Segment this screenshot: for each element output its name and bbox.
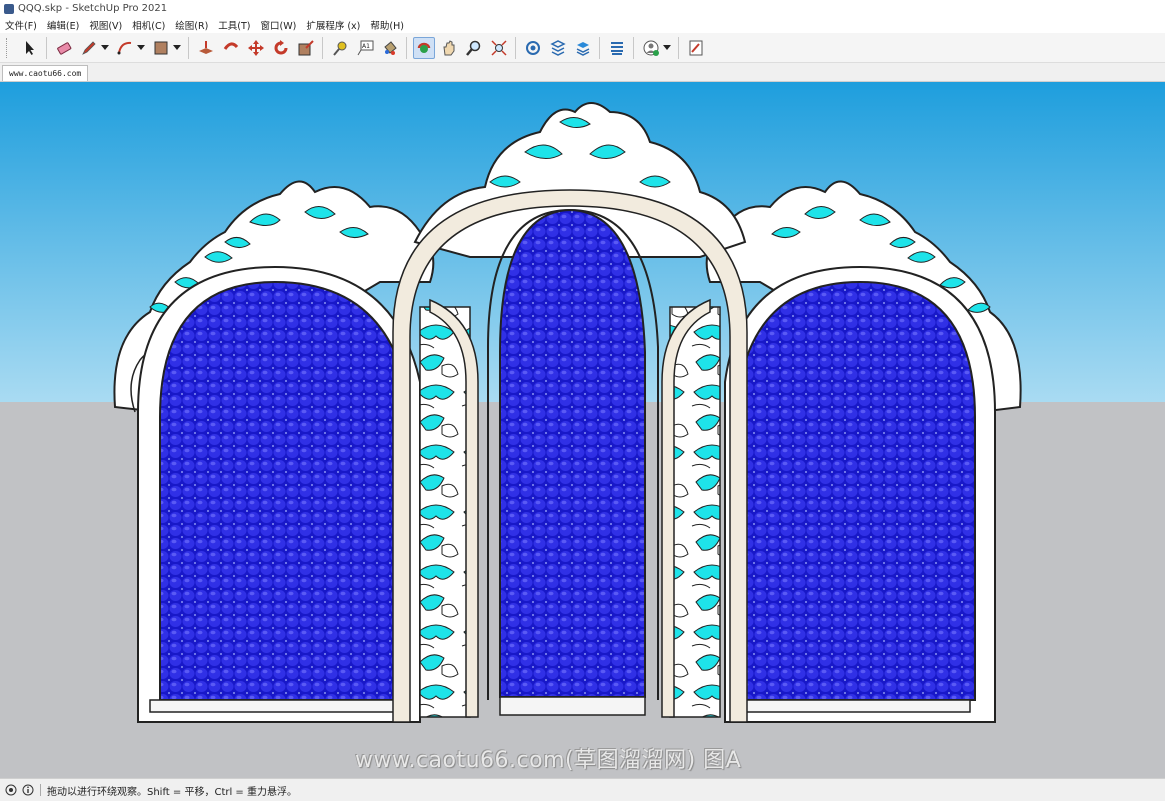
rotate-tool-button[interactable] xyxy=(270,37,292,59)
extension-manager-button[interactable] xyxy=(606,37,628,59)
status-message: 拖动以进行环绕观察。Shift = 平移，Ctrl = 重力悬浮。 xyxy=(47,786,297,798)
arrow-cursor-icon xyxy=(25,40,34,55)
info-icon[interactable] xyxy=(21,784,34,797)
magnifier-icon xyxy=(465,40,480,56)
rotate-icon xyxy=(274,39,287,54)
paint-bucket-tool-button[interactable] xyxy=(379,37,401,59)
right-arch-tufted-panel xyxy=(739,280,976,701)
arc-icon xyxy=(117,41,131,54)
center-arch-base xyxy=(499,696,646,716)
push-pull-tool-button[interactable] xyxy=(195,37,217,59)
zoom-tool-button[interactable] xyxy=(463,37,485,59)
eraser-icon xyxy=(56,41,71,55)
user-account-icon xyxy=(643,40,659,56)
toolbar-separator xyxy=(406,36,407,59)
geo-location-icon[interactable] xyxy=(4,784,17,797)
status-separator xyxy=(40,784,41,796)
scenes-tab-bar: www.caotu66.com xyxy=(0,63,1165,82)
layers-icon xyxy=(576,41,589,56)
window-title: QQQ.skp - SketchUp Pro 2021 xyxy=(18,3,168,14)
line-tool-button[interactable] xyxy=(78,37,100,59)
extension-manager-icon xyxy=(610,41,623,55)
center-left-carved-strip xyxy=(419,306,471,718)
arch-backdrop-model xyxy=(113,102,1022,723)
rectangle-icon xyxy=(154,41,167,54)
center-arch-tufted-panel xyxy=(499,208,646,698)
main-toolbar: A1 xyxy=(0,33,1165,63)
toolbar-separator xyxy=(188,36,189,59)
toolbar-separator xyxy=(633,36,634,59)
follow-me-tool-button[interactable] xyxy=(220,37,242,59)
eraser-tool-button[interactable] xyxy=(53,37,75,59)
move-tool-button[interactable] xyxy=(245,37,267,59)
center-right-carved-strip xyxy=(669,306,721,718)
account-button[interactable] xyxy=(640,37,662,59)
pan-tool-button[interactable] xyxy=(438,37,460,59)
menu-window[interactable]: 窗口(W) xyxy=(256,18,302,32)
3d-warehouse-icon xyxy=(525,40,540,55)
toolbar-separator xyxy=(678,36,679,59)
send-to-layout-button[interactable] xyxy=(685,37,707,59)
move-icon xyxy=(247,39,264,56)
pencil-icon xyxy=(81,40,96,55)
paint-bucket-icon xyxy=(383,40,397,55)
extension-warehouse-button[interactable] xyxy=(547,37,569,59)
menu-edit[interactable]: 编辑(E) xyxy=(42,18,84,32)
orbit-icon xyxy=(417,42,430,53)
tape-measure-icon xyxy=(332,41,346,56)
menu-view[interactable]: 视图(V) xyxy=(84,18,127,32)
extension-warehouse-icon xyxy=(549,39,566,56)
follow-me-icon xyxy=(223,42,238,50)
model-viewport[interactable]: www.caotu66.com(草图溜溜网) 图A xyxy=(0,82,1165,778)
zoom-extents-tool-button[interactable] xyxy=(488,37,510,59)
menu-tools[interactable]: 工具(T) xyxy=(213,18,255,32)
zoom-extents-icon xyxy=(490,39,507,56)
toolbar-separator xyxy=(599,36,600,59)
scale-icon xyxy=(298,39,314,55)
toolbar-separator xyxy=(322,36,323,59)
menu-draw[interactable]: 绘图(R) xyxy=(170,18,213,32)
menu-extensions[interactable]: 扩展程序 (x) xyxy=(301,18,365,32)
rectangle-tool-button[interactable] xyxy=(150,37,172,59)
layout-button[interactable] xyxy=(572,37,594,59)
orbit-tool-button[interactable] xyxy=(412,36,435,59)
menu-help[interactable]: 帮助(H) xyxy=(365,18,409,32)
menu-camera[interactable]: 相机(C) xyxy=(127,18,170,32)
menu-bar: 文件(F) 编辑(E) 视图(V) 相机(C) 绘图(R) 工具(T) 窗口(W… xyxy=(0,17,1165,33)
layout-send-icon xyxy=(689,40,702,55)
svg-text:A1: A1 xyxy=(362,43,370,50)
left-arch-base xyxy=(149,699,401,713)
left-arch-tufted-panel xyxy=(159,280,406,701)
tape-measure-tool-button[interactable] xyxy=(329,37,351,59)
warehouse-button[interactable] xyxy=(522,37,544,59)
text-label-icon: A1 xyxy=(357,40,373,55)
scene-tab[interactable]: www.caotu66.com xyxy=(2,65,89,81)
push-pull-icon xyxy=(198,40,213,54)
toolbar-separator xyxy=(46,36,47,59)
title-bar: QQQ.skp - SketchUp Pro 2021 xyxy=(0,0,1165,17)
scale-tool-button[interactable] xyxy=(295,37,317,59)
text-tool-button[interactable]: A1 xyxy=(354,37,376,59)
select-tool-button[interactable] xyxy=(19,37,41,59)
toolbar-separator xyxy=(515,36,516,59)
toolbar-grip[interactable] xyxy=(6,37,11,58)
pan-hand-icon xyxy=(442,39,454,55)
sketchup-app-icon xyxy=(4,3,14,14)
rectangle-tool-dropdown-icon[interactable] xyxy=(173,45,181,50)
arc-tool-button[interactable] xyxy=(114,37,136,59)
line-tool-dropdown-icon[interactable] xyxy=(101,45,109,50)
account-dropdown-icon[interactable] xyxy=(663,45,671,50)
menu-file[interactable]: 文件(F) xyxy=(0,18,42,32)
watermark-text: www.caotu66.com(草图溜溜网) 图A xyxy=(355,748,742,773)
arc-tool-dropdown-icon[interactable] xyxy=(137,45,145,50)
right-arch-base xyxy=(744,699,971,713)
status-bar: 拖动以进行环绕观察。Shift = 平移，Ctrl = 重力悬浮。 xyxy=(0,778,1165,801)
